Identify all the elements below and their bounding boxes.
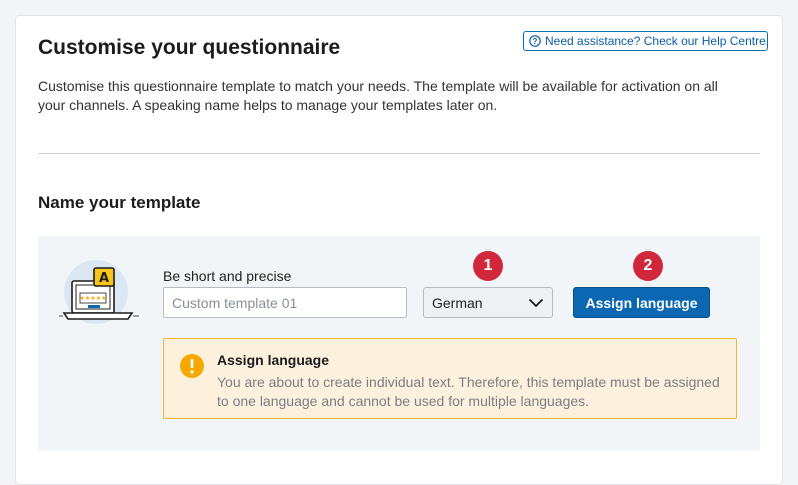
help-centre-label[interactable]: Need assistance? Check our Help Centre.: [545, 34, 769, 48]
page-description: Customise this questionnaire template to…: [38, 78, 718, 113]
warning-icon: [180, 354, 204, 378]
help-centre-link[interactable]: ? Need assistance? Check our Help Centre…: [523, 31, 769, 51]
question-circle-icon: ?: [529, 35, 541, 47]
template-name-input[interactable]: [163, 287, 407, 318]
illustration-badge-letter: A: [99, 271, 109, 286]
notice-text: You are about to create individual text.…: [217, 374, 720, 409]
chevron-down-icon: [528, 298, 544, 307]
step-badge-2: 2: [633, 251, 663, 281]
language-select[interactable]: German: [423, 287, 553, 318]
section-divider: [38, 153, 760, 154]
notice-title: Assign language: [217, 352, 330, 368]
svg-text:?: ?: [533, 37, 538, 46]
page-title: Customise your questionnaire: [38, 36, 341, 59]
assign-language-notice: Assign language You are about to create …: [163, 338, 737, 419]
questionnaire-laptop-illustration: ★★★★★ A: [59, 260, 139, 324]
svg-text:★★★★★: ★★★★★: [80, 295, 107, 302]
step-badge-1: 1: [473, 251, 503, 281]
section-title: Name your template: [38, 193, 201, 212]
language-select-value: German: [432, 294, 483, 311]
assign-language-button[interactable]: Assign language: [573, 287, 710, 318]
template-name-label: Be short and precise: [163, 268, 292, 284]
